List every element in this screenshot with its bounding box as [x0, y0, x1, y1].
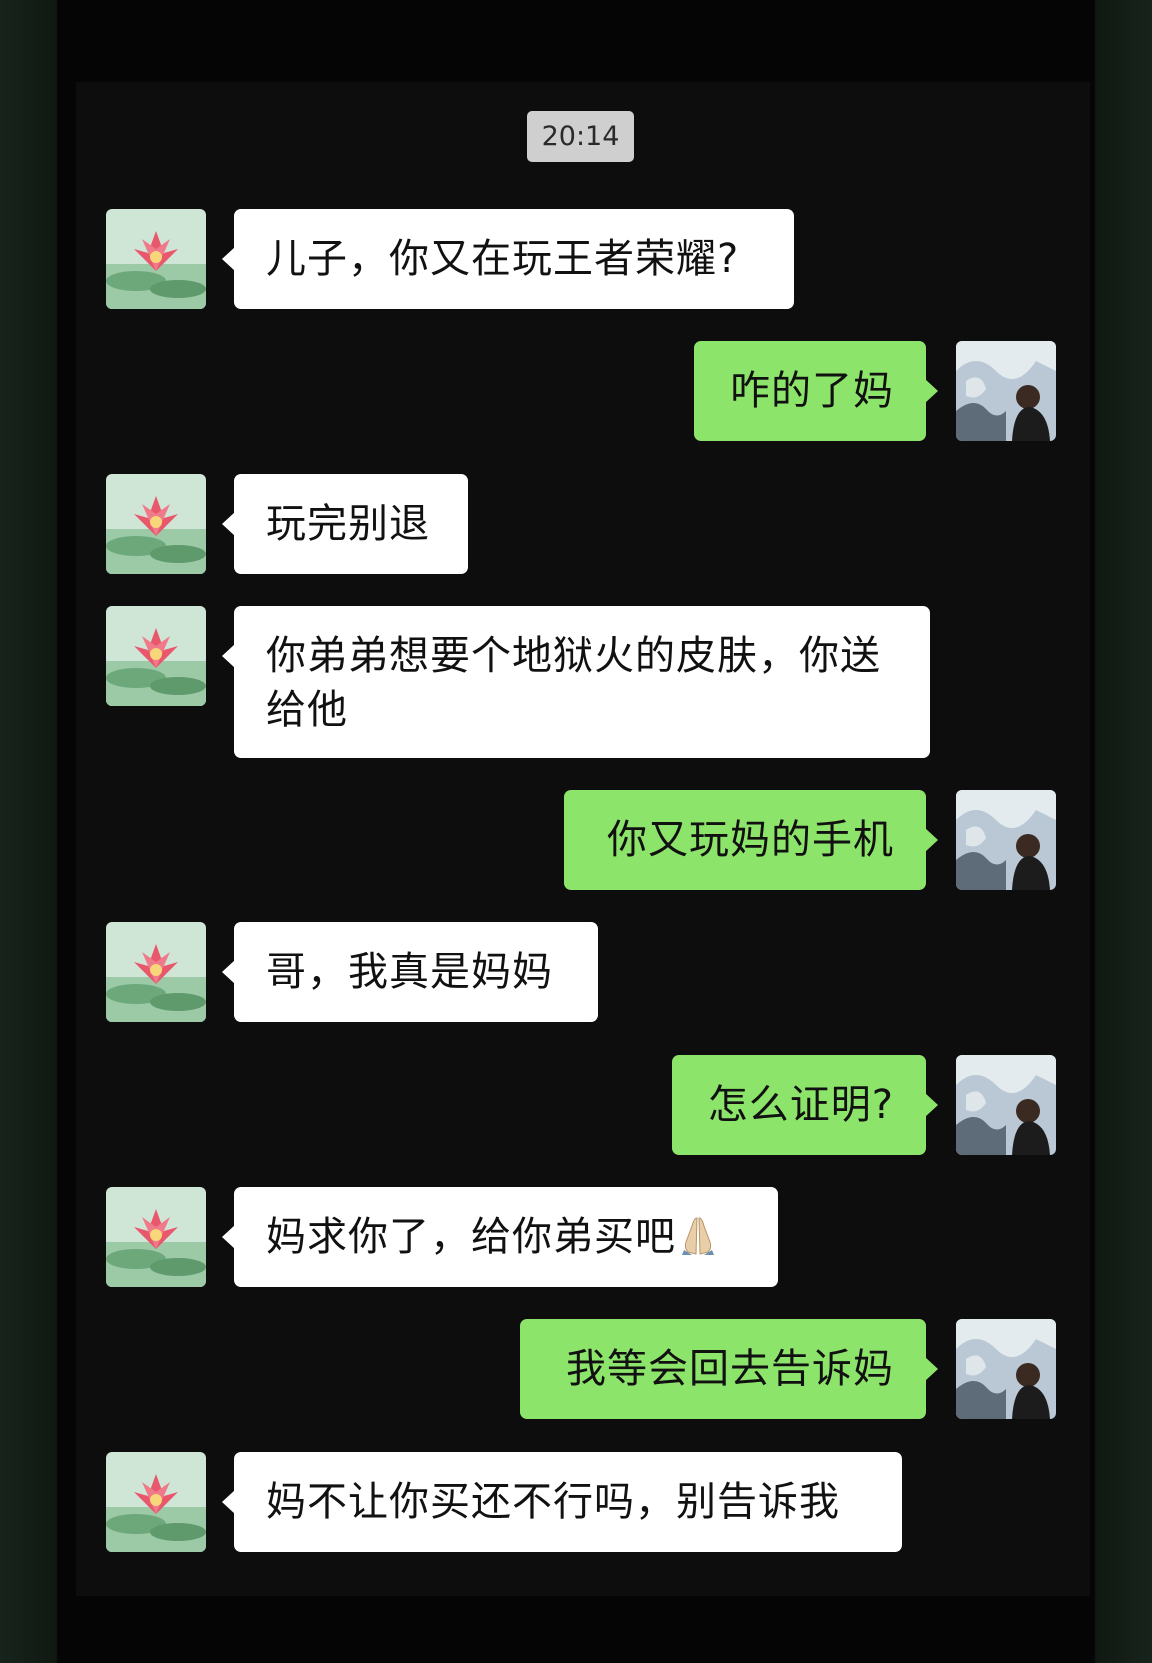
contact-avatar-lotus[interactable]	[106, 209, 206, 309]
contact-avatar-lotus[interactable]	[106, 922, 206, 1022]
contact-avatar-lotus[interactable]	[106, 1452, 206, 1552]
message-incoming[interactable]: 你弟弟想要个地狱火的皮肤，你送给他	[222, 606, 930, 758]
message-text: 你弟弟想要个地狱火的皮肤，你送给他	[266, 633, 881, 733]
my-avatar[interactable]	[956, 341, 1056, 441]
folded-hands-icon	[682, 1217, 714, 1255]
message-incoming[interactable]: 妈不让你买还不行吗，别告诉我	[222, 1452, 902, 1552]
message-outgoing[interactable]: 怎么证明?	[672, 1055, 938, 1155]
message-text: 咋的了妈	[730, 368, 894, 414]
contact-avatar-lotus[interactable]	[106, 474, 206, 574]
my-avatar[interactable]	[956, 1055, 1056, 1155]
lotus-avatar-icon	[106, 1187, 206, 1287]
contact-avatar-lotus[interactable]	[106, 1187, 206, 1287]
message-text: 妈不让你买还不行吗，别告诉我	[266, 1479, 840, 1525]
my-avatar[interactable]	[956, 1319, 1056, 1419]
my-avatar[interactable]	[956, 790, 1056, 890]
message-outgoing[interactable]: 咋的了妈	[694, 341, 938, 441]
message-text: 儿子，你又在玩王者荣耀?	[266, 236, 740, 282]
lotus-avatar-icon	[106, 209, 206, 309]
lotus-avatar-icon	[106, 922, 206, 1022]
contact-avatar-lotus[interactable]	[106, 606, 206, 706]
message-text: 哥，我真是妈妈	[266, 949, 553, 995]
message-text: 我等会回去告诉妈	[566, 1346, 894, 1392]
message-incoming[interactable]: 哥，我真是妈妈	[222, 922, 598, 1022]
message-text: 怎么证明?	[707, 1082, 894, 1128]
message-text: 玩完别退	[266, 501, 430, 547]
message-outgoing[interactable]: 你又玩妈的手机	[564, 790, 938, 890]
ink-painting-avatar-icon	[956, 1055, 1056, 1155]
message-text: 你又玩妈的手机	[607, 817, 894, 863]
ink-painting-avatar-icon	[956, 1319, 1056, 1419]
message-incoming[interactable]: 妈求你了，给你弟买吧	[222, 1187, 778, 1287]
lotus-avatar-icon	[106, 1452, 206, 1552]
message-outgoing[interactable]: 我等会回去告诉妈	[520, 1319, 938, 1419]
lotus-avatar-icon	[106, 474, 206, 574]
message-incoming[interactable]: 玩完别退	[222, 474, 468, 574]
message-text: 妈求你了，给你弟买吧	[266, 1214, 676, 1260]
lotus-avatar-icon	[106, 606, 206, 706]
ink-painting-avatar-icon	[956, 790, 1056, 890]
timestamp-badge: 20:14	[527, 111, 634, 162]
ink-painting-avatar-icon	[956, 341, 1056, 441]
message-incoming[interactable]: 儿子，你又在玩王者荣耀?	[222, 209, 794, 309]
